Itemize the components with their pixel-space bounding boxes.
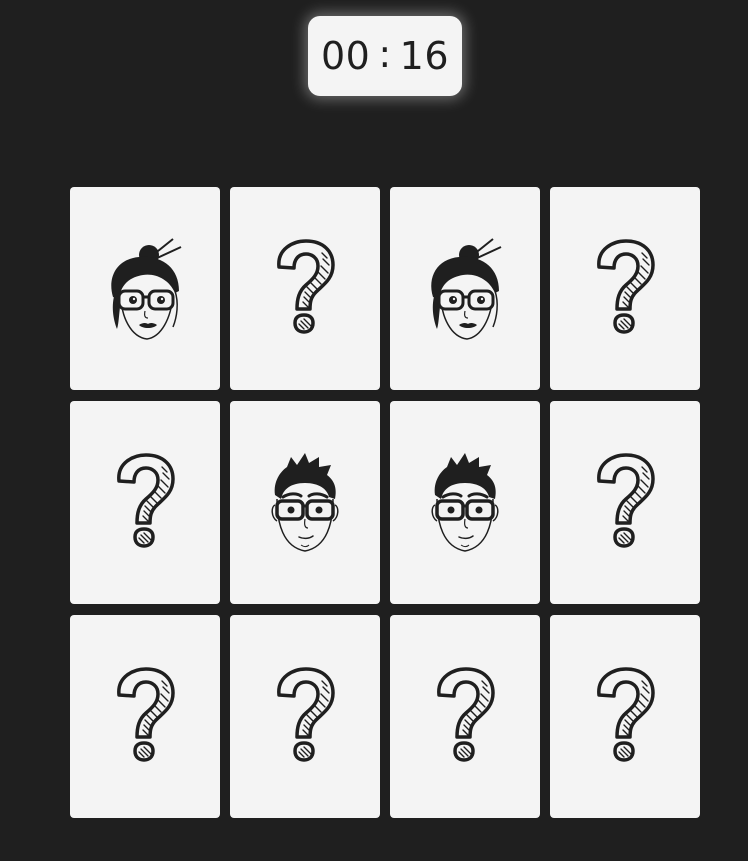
question-mark-icon (117, 452, 175, 548)
timer-minutes: 00 (320, 34, 371, 78)
card-hidden[interactable] (230, 615, 380, 818)
card-hidden[interactable] (230, 187, 380, 390)
card-hidden[interactable] (550, 615, 700, 818)
question-mark-icon (597, 452, 655, 548)
timer-seconds: 16 (399, 34, 450, 78)
timer-separator: : (378, 32, 392, 76)
card-revealed[interactable] (390, 401, 540, 604)
card-hidden[interactable] (70, 615, 220, 818)
question-mark-icon (597, 666, 655, 762)
man-glasses-icon (431, 452, 499, 552)
game-timer: 00 : 16 (308, 16, 462, 96)
question-mark-icon (277, 238, 335, 334)
question-mark-icon (437, 666, 495, 762)
card-revealed[interactable] (70, 187, 220, 390)
woman-glasses-icon (431, 237, 502, 340)
question-mark-icon (597, 238, 655, 334)
woman-glasses-icon (111, 237, 182, 340)
question-mark-icon (117, 666, 175, 762)
man-glasses-icon (271, 452, 339, 552)
game-screen: 00 : 16 (0, 0, 748, 861)
card-hidden[interactable] (550, 187, 700, 390)
card-hidden[interactable] (390, 615, 540, 818)
question-mark-icon (277, 666, 335, 762)
card-hidden[interactable] (550, 401, 700, 604)
card-board (70, 187, 700, 818)
card-revealed[interactable] (390, 187, 540, 390)
card-revealed[interactable] (230, 401, 380, 604)
card-hidden[interactable] (70, 401, 220, 604)
